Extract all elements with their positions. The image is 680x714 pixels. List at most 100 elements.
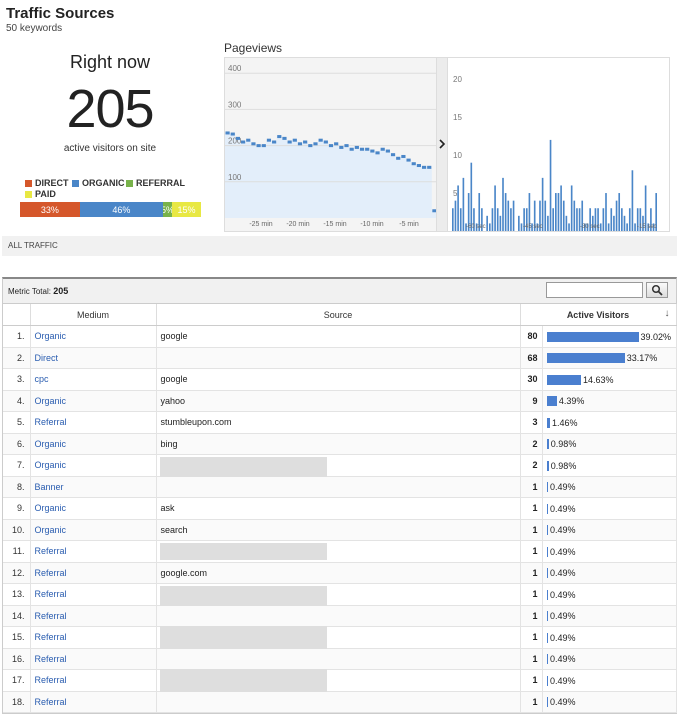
medium-link[interactable]: Referral	[30, 583, 157, 606]
visitor-count: 3	[520, 411, 543, 434]
medium-link[interactable]: Referral	[30, 540, 157, 563]
pageviews-segment	[235, 136, 241, 140]
metric-total-value: 205	[53, 286, 69, 296]
active-visitors-column-header[interactable]: Active Visitors ↓	[520, 304, 677, 326]
medium-link[interactable]: Organic	[30, 519, 157, 541]
visitor-count: 2	[520, 454, 543, 477]
visitor-share-bar	[546, 374, 581, 385]
metric-total-label: Metric Total:	[8, 287, 51, 296]
visitor-share: 0.49%	[542, 691, 677, 713]
visitor-share: 0.49%	[542, 626, 677, 649]
pageviews-segment	[303, 140, 308, 144]
pageviews-bar	[565, 215, 568, 231]
row-index: 3.	[3, 368, 31, 391]
medium-link[interactable]: Organic	[30, 325, 157, 348]
table-row: 15. Referral 1 0.49%	[3, 626, 677, 649]
legend-referral-swatch	[126, 179, 133, 187]
pageviews-segment	[359, 147, 365, 151]
medium-link[interactable]: Referral	[30, 605, 157, 627]
medium-link[interactable]: Referral	[30, 691, 157, 713]
medium-link[interactable]: Referral	[30, 669, 157, 692]
pageviews-bar	[562, 200, 565, 231]
traffic-share-segment: 33%	[20, 202, 80, 217]
traffic-share-segment: 46%	[79, 202, 163, 217]
source-label: google.com	[160, 567, 208, 578]
pageviews-bar	[631, 170, 634, 231]
traffic-table: Metric Total: 205 Medium Source Active V…	[2, 277, 677, 714]
chart-expand-toggle[interactable]	[437, 57, 447, 232]
visitor-share-percent: 1.46%	[551, 417, 578, 428]
pageviews-bar	[555, 193, 557, 231]
pageviews-segment	[266, 138, 272, 142]
pageviews-segment	[323, 140, 328, 144]
visitor-share-bar	[546, 654, 548, 665]
pageviews-bar	[544, 200, 547, 231]
sort-descending-icon: ↓	[664, 308, 670, 319]
legend-paid-swatch	[25, 190, 32, 198]
visitor-count: 30	[520, 368, 543, 391]
visitor-count: 1	[520, 669, 543, 692]
medium-link[interactable]: Organic	[30, 454, 157, 477]
medium-link[interactable]: Organic	[30, 390, 157, 412]
medium-link[interactable]: Referral	[30, 562, 157, 584]
medium-column-header[interactable]: Medium	[30, 304, 157, 326]
medium-link[interactable]: Referral	[30, 626, 157, 649]
pageviews-segment	[297, 142, 303, 146]
visitor-count: 1	[520, 540, 543, 563]
row-index: 9.	[3, 497, 31, 520]
pageviews-segment	[354, 145, 359, 149]
pageviews-bar	[626, 223, 628, 231]
source-cell: yahoo	[156, 390, 521, 412]
pageviews-bar	[573, 200, 576, 231]
medium-link[interactable]: Organic	[30, 433, 157, 455]
legend-organic-swatch	[72, 179, 79, 187]
row-index: 16.	[3, 648, 31, 670]
pageviews-bar	[605, 193, 607, 231]
redacted-source	[159, 543, 327, 560]
traffic-table-grid: Medium Source Active Visitors ↓ 1. Organi…	[3, 304, 677, 713]
legend-paid: PAID	[25, 189, 56, 199]
pageviews-bar	[634, 223, 636, 231]
visitor-share: 0.49%	[542, 583, 677, 606]
visitor-share: 39.02%	[542, 325, 677, 348]
table-row: 17. Referral 1 0.49%	[3, 669, 677, 692]
visitor-share: 0.98%	[542, 454, 677, 477]
visitor-share-bar	[546, 439, 549, 450]
pageviews-bar	[486, 215, 488, 231]
visitor-share-bar	[546, 396, 557, 407]
legend-referral-label: REFERRAL	[136, 178, 185, 188]
legend-paid-label: PAID	[35, 189, 56, 199]
medium-link[interactable]: Referral	[30, 411, 157, 434]
y-tick-label: 100	[228, 173, 242, 182]
medium-link[interactable]: Referral	[30, 648, 157, 670]
table-row: 10. Organic search 1 0.49%	[3, 519, 677, 541]
visitor-share-bar	[546, 503, 548, 514]
pageviews-segment	[421, 165, 427, 169]
source-cell	[156, 540, 521, 563]
pageviews-segment	[365, 147, 370, 151]
medium-link[interactable]: Banner	[30, 476, 157, 498]
search-button[interactable]	[646, 282, 668, 298]
pageviews-segment	[344, 144, 349, 148]
traffic-share-bar: 33%46%5%15%	[20, 202, 201, 217]
y-tick-label: 15	[453, 113, 462, 122]
pageviews-bar	[557, 193, 560, 231]
visitor-share-percent: 39.02%	[640, 331, 672, 342]
y-tick-label: 300	[228, 100, 242, 109]
visitor-count: 9	[520, 390, 543, 412]
medium-link[interactable]: Organic	[30, 497, 157, 520]
pageviews-bar	[452, 208, 454, 231]
visitor-share: 0.49%	[542, 519, 677, 541]
medium-link[interactable]: Direct	[30, 347, 157, 369]
visitor-share-percent: 0.98%	[550, 460, 577, 471]
source-column-header[interactable]: Source	[156, 304, 521, 326]
row-index: 13.	[3, 583, 31, 606]
pageviews-segment	[292, 138, 297, 142]
table-row: 13. Referral 1 0.49%	[3, 583, 677, 710]
pageviews-segment	[282, 136, 287, 140]
visitor-count: 80	[520, 325, 543, 348]
visitor-share-bar	[546, 331, 639, 342]
source-cell: stumbleupon.com	[156, 411, 521, 434]
medium-link[interactable]: cpc	[30, 368, 157, 391]
table-search-input[interactable]	[546, 282, 643, 298]
